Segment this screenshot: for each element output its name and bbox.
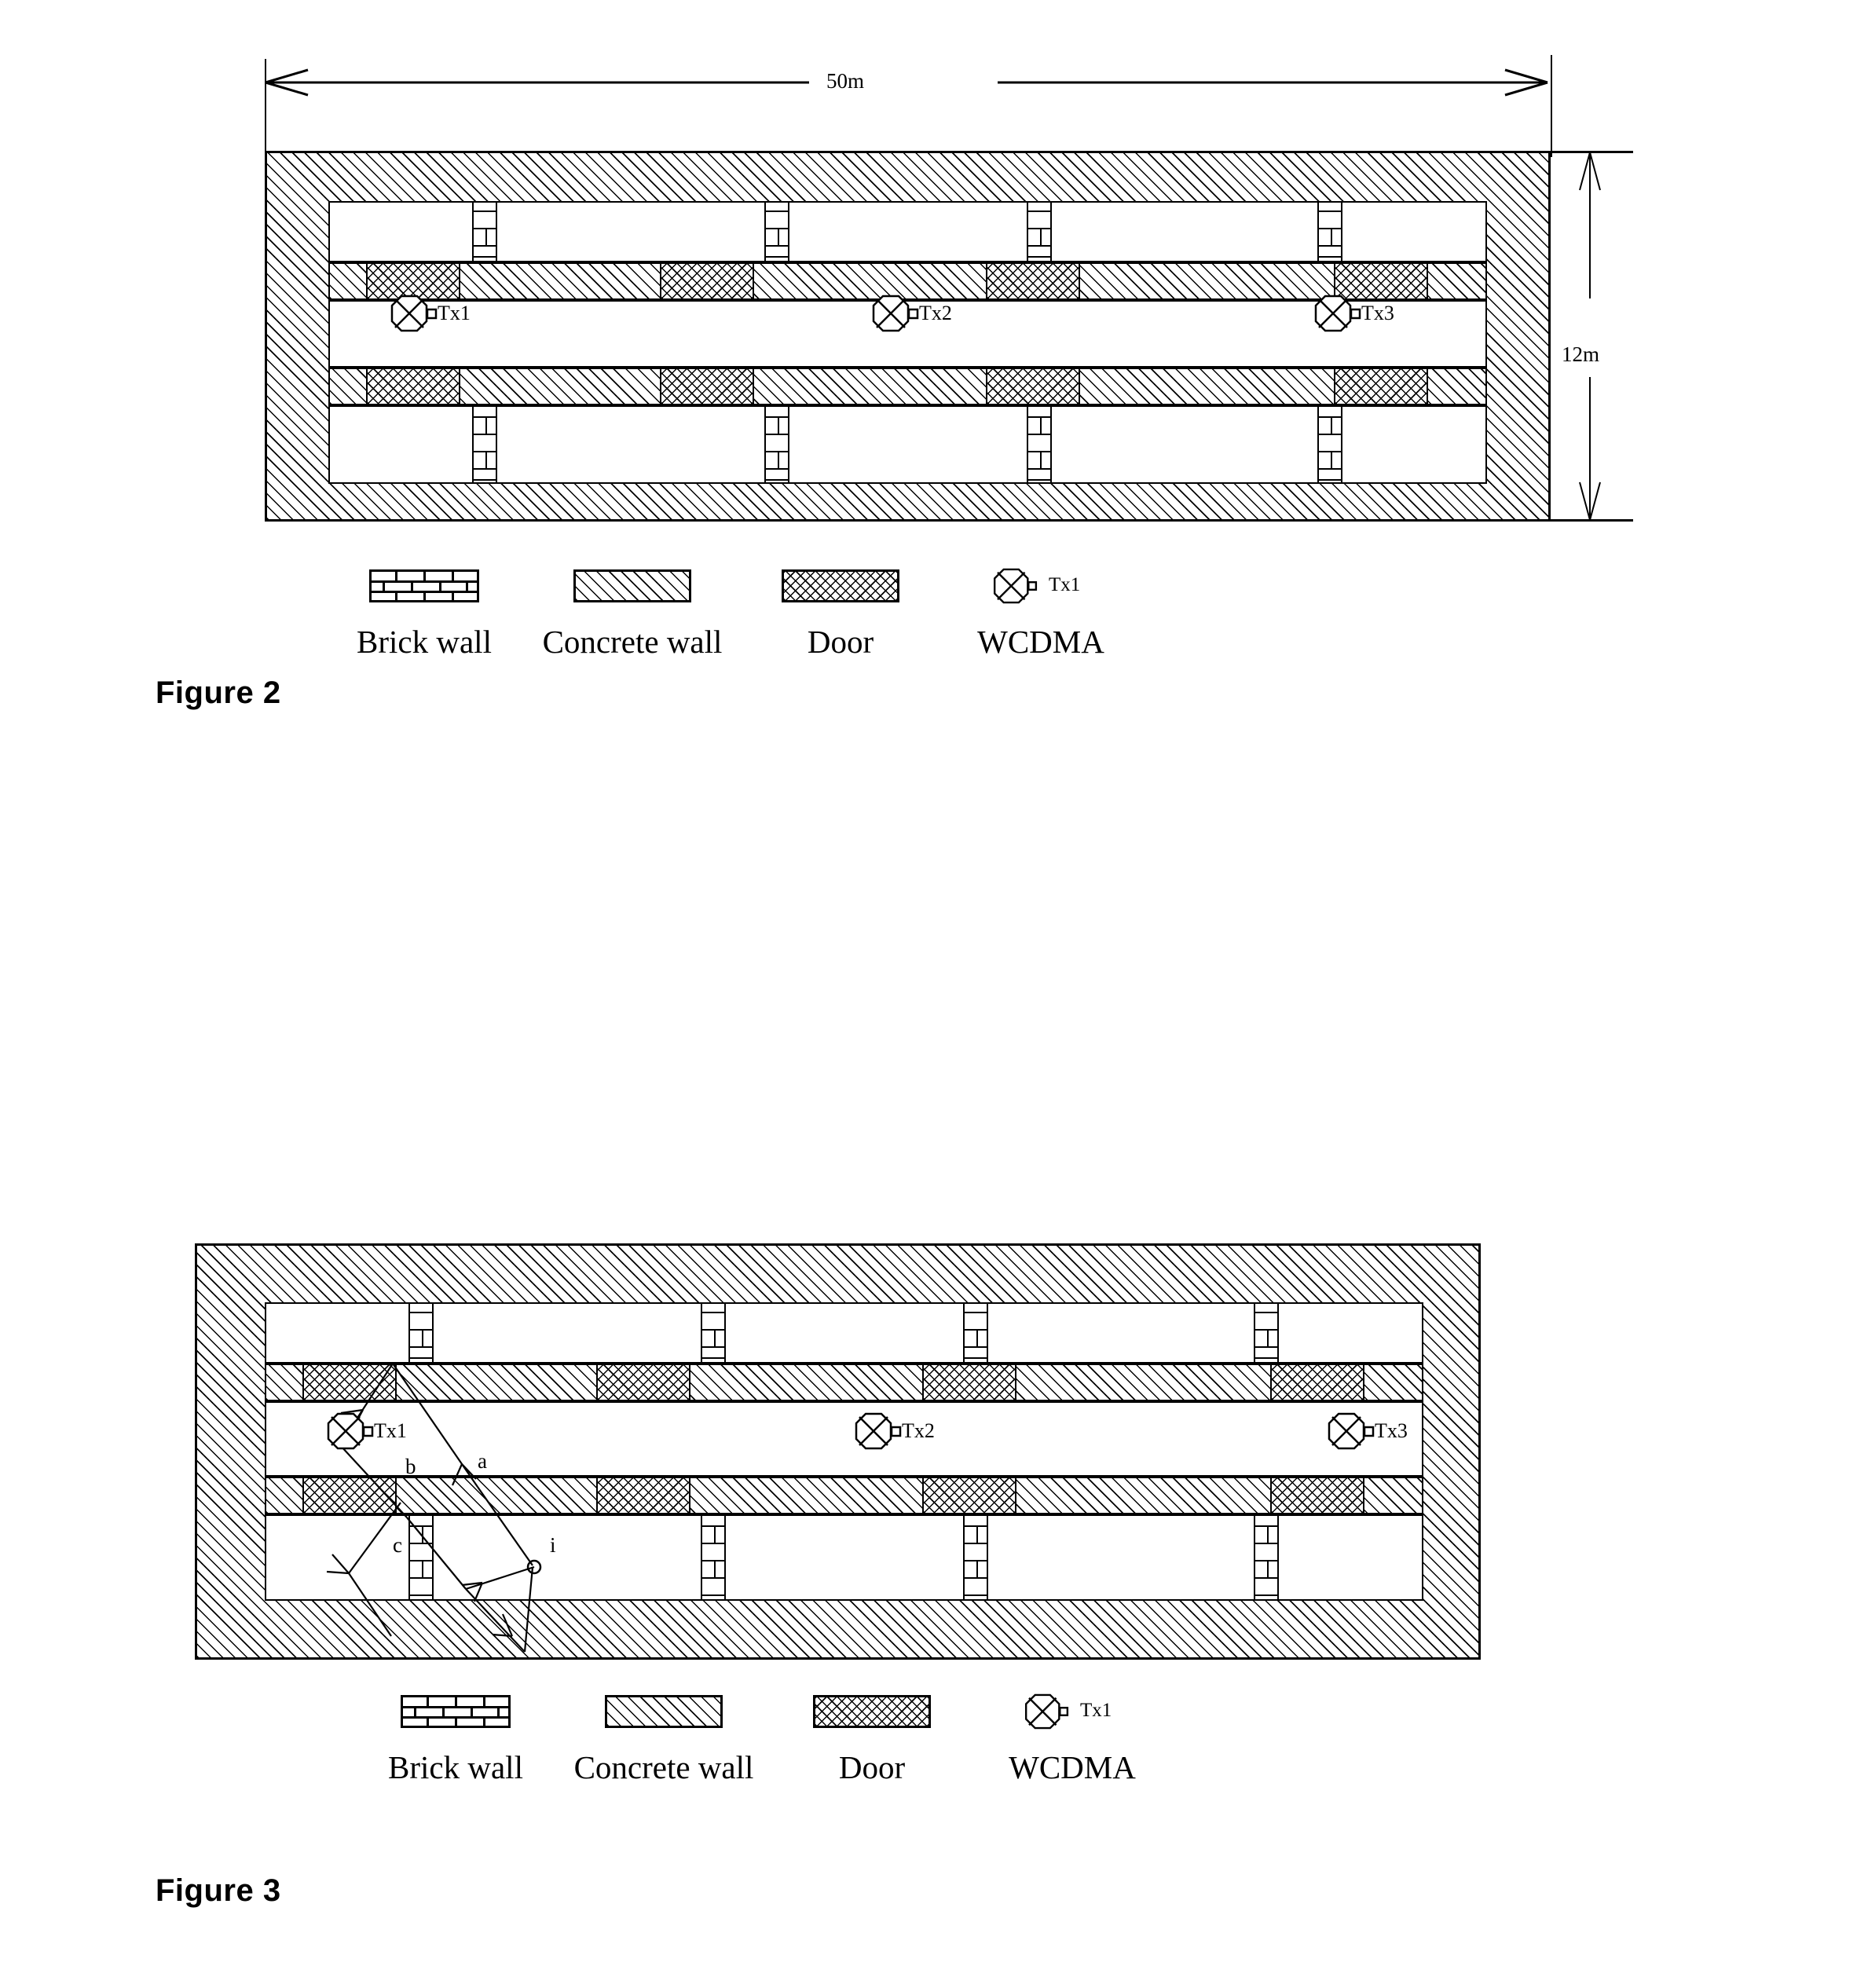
door-swatch (782, 569, 899, 602)
wcdma-antenna-icon (1024, 1693, 1069, 1730)
wcdma-antenna-icon (1314, 295, 1361, 332)
wcdma-swatch: Tx1 (943, 568, 1139, 604)
room-bottom-2 (485, 405, 777, 484)
wcdma-antenna-icon (1328, 1412, 1375, 1450)
wcdma-antenna-icon (390, 295, 438, 332)
transmitter-tx3-fig3[interactable]: Tx3 (1328, 1412, 1408, 1450)
figure-2-caption: Figure 2 (156, 675, 281, 710)
brick-wall-swatch (401, 1695, 511, 1728)
transmitter-label: Tx1 (374, 1419, 407, 1442)
legend-label-concrete: Concrete wall (542, 624, 723, 660)
legend-item-door-fig3: Door (782, 1695, 962, 1786)
legend-item-brick-fig3: Brick wall (369, 1695, 542, 1786)
legend-item-concrete-fig3: Concrete wall (562, 1695, 766, 1786)
ray-label-c: c (393, 1533, 402, 1557)
wcdma-antenna-icon (872, 295, 919, 332)
wcdma-antenna-icon (855, 1412, 902, 1450)
transmitter-tx2-fig3[interactable]: Tx2 (855, 1412, 935, 1450)
transmitter-label: Tx2 (902, 1419, 935, 1442)
legend-label-door: Door (807, 624, 874, 660)
transmitter-label: Tx3 (1361, 302, 1394, 324)
room-bottom-1 (328, 405, 485, 484)
room-top-3 (777, 201, 1039, 262)
legend-label-door: Door (838, 1749, 906, 1785)
door-upper-2 (660, 262, 754, 300)
brick-wall-top-2 (764, 201, 789, 262)
room-top-2 (485, 201, 777, 262)
legend-item-wcdma: Tx1 WCDMA (943, 568, 1139, 661)
transmitter-tx1-fig2[interactable]: Tx1 (390, 295, 471, 332)
legend-label-wcdma: WCDMA (1009, 1749, 1136, 1785)
transmitter-tx3-fig2[interactable]: Tx3 (1314, 295, 1394, 332)
room-bottom-5 (1330, 405, 1487, 484)
ray-label-i: i (550, 1533, 556, 1557)
brick-wall-bottom-3 (1027, 405, 1052, 484)
figure-sheet: 50m 12m Tx1 Tx2 Tx3 Brick wall Concrete … (0, 0, 1857, 1988)
wcdma-antenna-icon (993, 568, 1038, 604)
wcdma-swatch: Tx1 (974, 1693, 1170, 1730)
dimension-arrow-vertical (1579, 152, 1601, 521)
brick-wall-top-4 (1317, 201, 1342, 262)
room-bottom-3 (777, 405, 1039, 484)
wcdma-antenna-icon (327, 1412, 374, 1450)
ray-label-b: b (405, 1455, 416, 1478)
legend-label-brick: Brick wall (388, 1749, 523, 1785)
room-top-5 (1330, 201, 1487, 262)
brick-wall-swatch (369, 569, 479, 602)
brick-wall-top-1 (472, 201, 497, 262)
ray-tracing-overlay (326, 1363, 542, 1653)
legend-item-concrete: Concrete wall (530, 569, 734, 661)
transmitter-label: Tx2 (919, 302, 952, 324)
corridor-wall-lower (328, 368, 1487, 405)
door-lower-3 (986, 368, 1080, 405)
wcdma-swatch-label: Tx1 (1049, 574, 1081, 595)
concrete-wall-swatch (605, 1695, 723, 1728)
legend-label-wcdma: WCDMA (977, 624, 1104, 660)
transmitter-tx2-fig2[interactable]: Tx2 (872, 295, 952, 332)
door-swatch (813, 1695, 931, 1728)
door-lower-1 (366, 368, 460, 405)
door-lower-2 (660, 368, 754, 405)
concrete-wall-swatch (573, 569, 691, 602)
legend-item-door: Door (750, 569, 931, 661)
figure-3-caption: Figure 3 (156, 1873, 281, 1908)
legend-item-wcdma-fig3: Tx1 WCDMA (974, 1693, 1170, 1786)
brick-wall-bottom-2 (764, 405, 789, 484)
transmitter-tx1-fig3[interactable]: Tx1 (327, 1412, 407, 1450)
legend-label-concrete: Concrete wall (573, 1749, 754, 1785)
transmitter-label: Tx3 (1375, 1419, 1408, 1442)
door-upper-3 (986, 262, 1080, 300)
height-dimension-label: 12m (1562, 342, 1600, 366)
brick-wall-bottom-4 (1317, 405, 1342, 484)
legend-item-brick: Brick wall (338, 569, 511, 661)
wcdma-swatch-label: Tx1 (1080, 1700, 1112, 1721)
door-lower-4 (1334, 368, 1428, 405)
legend-label-brick: Brick wall (357, 624, 492, 660)
room-bottom-4 (1039, 405, 1330, 484)
ray-label-a: a (478, 1449, 487, 1473)
transmitter-label: Tx1 (438, 302, 471, 324)
width-dimension-label: 50m (826, 69, 865, 93)
room-top-1 (328, 201, 485, 262)
dimension-arrow-horizontal (265, 68, 1548, 97)
room-top-4 (1039, 201, 1330, 262)
brick-wall-bottom-1 (472, 405, 497, 484)
brick-wall-top-3 (1027, 201, 1052, 262)
